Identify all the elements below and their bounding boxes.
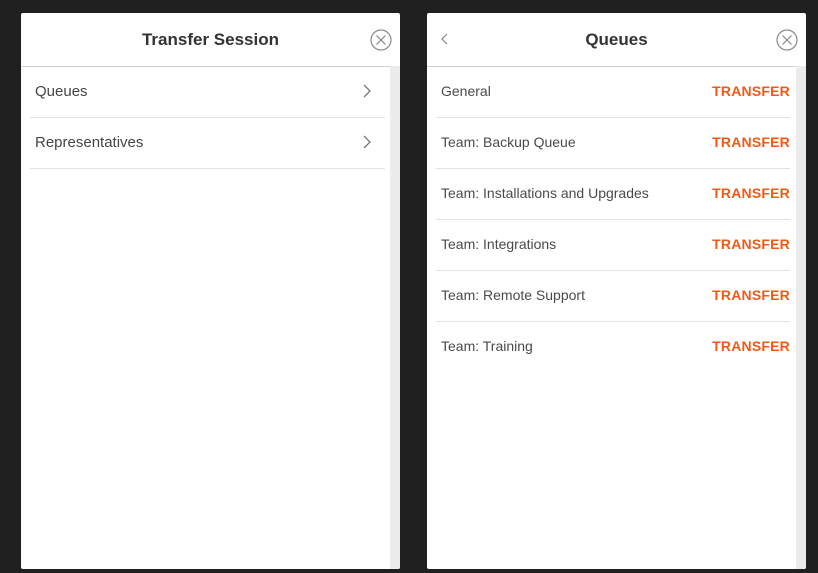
chevron-right-icon (362, 84, 372, 98)
transfer-button[interactable]: TRANSFER (712, 220, 790, 269)
queue-name: Team: Integrations (441, 236, 557, 252)
transfer-button[interactable]: TRANSFER (712, 118, 790, 167)
queue-name: Team: Installations and Upgrades (441, 185, 649, 201)
queue-row: Team: Integrations TRANSFER (436, 220, 790, 271)
panel-title: Queues (585, 30, 648, 49)
menu-list: Queues Representatives (21, 67, 390, 169)
menu-item-representatives[interactable]: Representatives (30, 118, 385, 169)
panel-header: Transfer Session (21, 13, 400, 67)
queue-name: Team: Training (441, 338, 533, 354)
panel-title: Transfer Session (141, 30, 279, 49)
menu-item-label: Queues (35, 83, 88, 100)
menu-item-label: Representatives (35, 134, 144, 151)
menu-item-queues[interactable]: Queues (30, 67, 385, 118)
close-icon[interactable] (370, 29, 392, 51)
scrollbar[interactable] (390, 66, 400, 569)
panel-header: Queues (427, 13, 806, 67)
queue-name: Team: Backup Queue (441, 134, 576, 150)
queue-row: Team: Installations and Upgrades TRANSFE… (436, 169, 790, 220)
queue-row: General TRANSFER (436, 67, 790, 118)
chevron-right-icon (362, 135, 372, 149)
close-icon[interactable] (776, 29, 798, 51)
queue-name: Team: Remote Support (441, 287, 585, 303)
transfer-button[interactable]: TRANSFER (712, 271, 790, 320)
queue-name: General (441, 83, 491, 99)
queue-row: Team: Training TRANSFER (436, 322, 790, 372)
queue-row: Team: Backup Queue TRANSFER (436, 118, 790, 169)
transfer-button[interactable]: TRANSFER (712, 67, 790, 116)
transfer-session-panel: Transfer Session Queues Representatives (21, 13, 400, 569)
queue-row: Team: Remote Support TRANSFER (436, 271, 790, 322)
transfer-button[interactable]: TRANSFER (712, 322, 790, 371)
transfer-button[interactable]: TRANSFER (712, 169, 790, 218)
scrollbar[interactable] (796, 66, 806, 569)
queue-list: General TRANSFER Team: Backup Queue TRAN… (427, 67, 796, 372)
queues-panel: Queues General TRANSFER Team: Backup Que… (427, 13, 806, 569)
